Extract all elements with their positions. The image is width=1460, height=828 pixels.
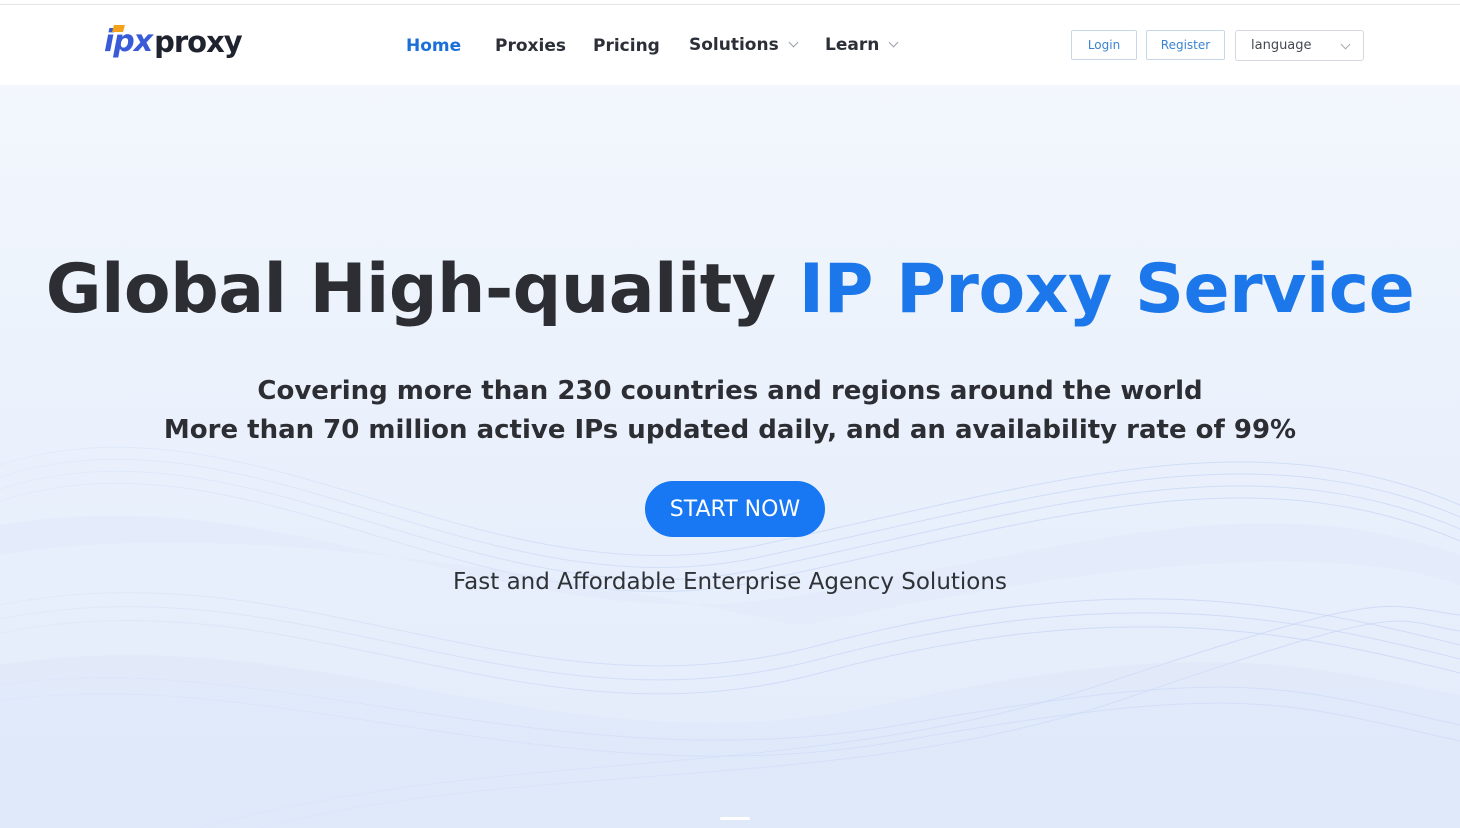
language-select[interactable]: language <box>1235 30 1364 61</box>
hero-title: Global High-quality IP Proxy Service <box>0 250 1460 329</box>
register-button[interactable]: Register <box>1146 30 1225 60</box>
hero-subtitle-line2: More than 70 million active IPs updated … <box>163 415 1297 445</box>
hero-subtitle-line1: Covering more than 230 countries and reg… <box>257 376 1203 406</box>
register-label: Register <box>1160 38 1211 52</box>
hero-title-main: Global High-quality <box>45 250 799 329</box>
login-label: Login <box>1087 38 1121 52</box>
nav-home[interactable]: Home <box>406 36 461 56</box>
carousel-indicator[interactable] <box>720 817 750 820</box>
nav-solutions-label: Solutions <box>689 35 779 55</box>
hero-title-accent: IP Proxy Service <box>798 250 1415 329</box>
chevron-down-icon <box>788 37 799 48</box>
start-now-label: START NOW <box>669 496 801 522</box>
nav-pricing-label: Pricing <box>593 36 660 56</box>
chevron-down-icon <box>1340 39 1351 50</box>
nav-pricing[interactable]: Pricing <box>593 36 660 56</box>
hero-section: Global High-quality IP Proxy Service Cov… <box>0 85 1460 828</box>
nav-proxies[interactable]: Proxies <box>495 36 566 56</box>
nav-home-label: Home <box>406 36 462 56</box>
nav-learn[interactable]: Learn <box>825 35 899 55</box>
language-select-value: language <box>1251 38 1312 53</box>
hero-tagline: Fast and Affordable Enterprise Agency So… <box>453 569 1007 595</box>
start-now-button[interactable]: START NOW <box>645 481 825 537</box>
background-waves <box>0 446 1460 828</box>
nav-solutions[interactable]: Solutions <box>689 35 799 55</box>
chevron-down-icon <box>888 37 899 48</box>
nav-proxies-label: Proxies <box>495 36 566 56</box>
login-button[interactable]: Login <box>1071 30 1137 60</box>
site-header: ipx proxy Home Proxies Pricing Solutions… <box>0 5 1460 85</box>
nav-learn-label: Learn <box>825 35 880 55</box>
